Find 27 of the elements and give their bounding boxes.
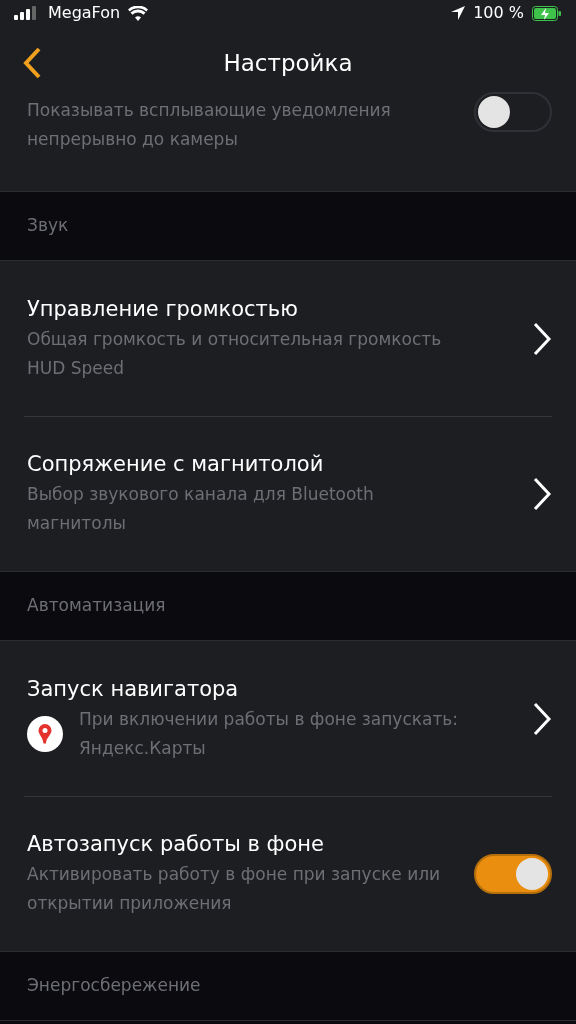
back-icon[interactable] xyxy=(22,46,42,80)
setting-title: Автозапуск работы в фоне xyxy=(27,830,325,858)
settings-row[interactable]: Управление громкостью Общая громкость и относительная громкость HUD Speed xyxy=(0,261,576,416)
screen-title: Настройка xyxy=(223,48,353,78)
settings-row[interactable]: Запуск навигатора При включении работы в фоне запускать: Яндекс.Карты xyxy=(0,641,576,796)
setting-description: Активировать работу в фоне при запуске или открытии приложения xyxy=(27,863,442,916)
setting-title: Сопряжение с магнитолой xyxy=(27,450,325,478)
chevron-right-icon xyxy=(532,320,552,357)
setting-description: При включении работы в фоне запускать: Яндекс.Карты xyxy=(79,708,460,761)
section-header: Звук xyxy=(27,214,69,238)
wifi-icon xyxy=(128,5,149,21)
battery-percent: 100 % xyxy=(473,2,524,24)
toggle-switch[interactable] xyxy=(474,92,552,132)
section-header: Автоматизация xyxy=(27,594,166,618)
chevron-right-icon xyxy=(532,475,552,512)
section-header: Энергосбережение xyxy=(27,974,201,998)
location-icon xyxy=(451,6,466,20)
carrier-name: MegaFon xyxy=(48,2,121,24)
battery-charging-icon xyxy=(532,5,562,21)
setting-description: Выбор звукового канала для Bluetooth магнитолы xyxy=(27,483,375,536)
setting-description: Показывать всплывающие уведомления непрерывно до камеры xyxy=(27,99,392,151)
settings-row[interactable]: Сопряжение с магнитолой Выбор звукового канала для Bluetooth магнитолы xyxy=(0,416,576,571)
toggle-switch[interactable] xyxy=(474,853,552,894)
setting-title: Управление громкостью xyxy=(27,295,299,323)
setting-description: Общая громкость и относительная громкость HUD Speed xyxy=(27,328,443,381)
setting-title: Запуск навигатора xyxy=(27,675,240,703)
chevron-right-icon xyxy=(532,700,552,737)
